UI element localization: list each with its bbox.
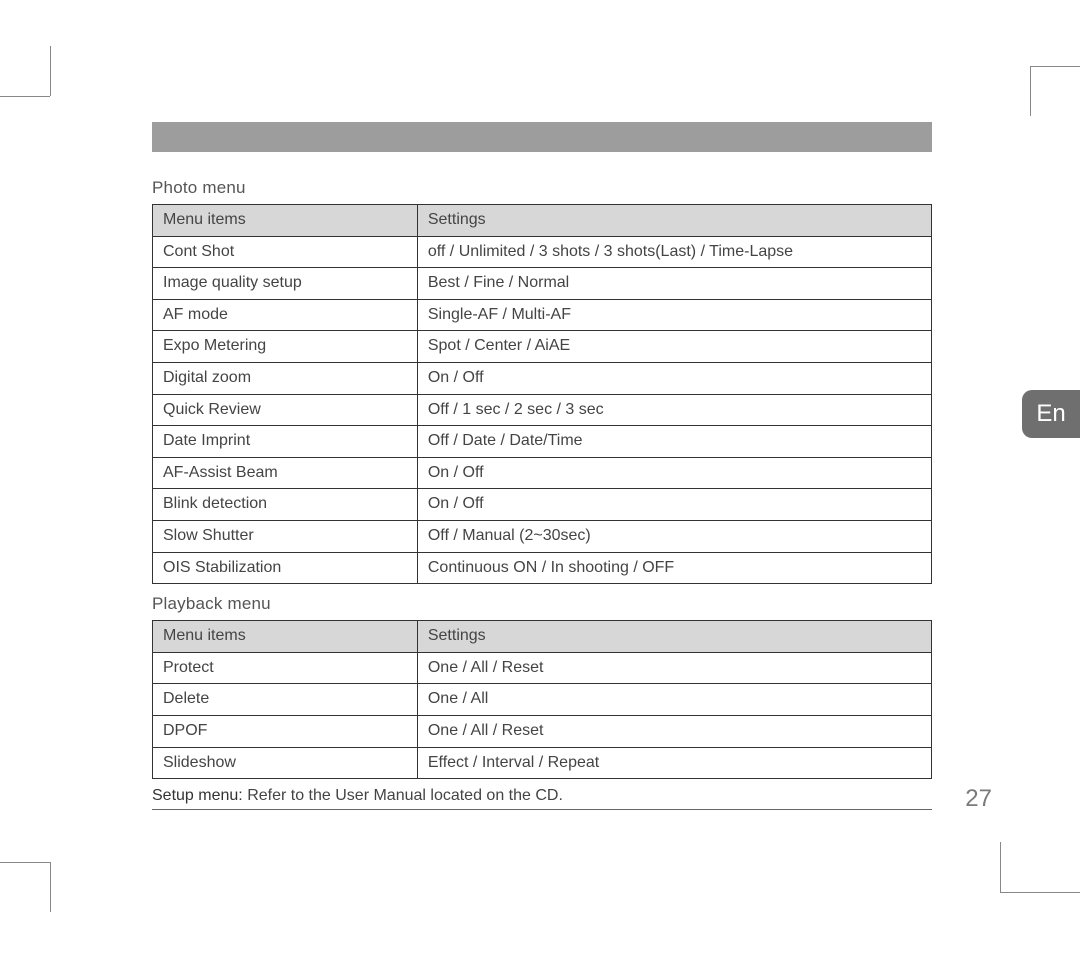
crop-mark bbox=[50, 862, 51, 912]
menu-item-cell: Blink detection bbox=[153, 489, 418, 521]
settings-cell: off / Unlimited / 3 shots / 3 shots(Last… bbox=[417, 236, 931, 268]
page-content: Photo menu Menu items Settings Cont Shot… bbox=[152, 122, 932, 810]
table-row: OIS StabilizationContinuous ON / In shoo… bbox=[153, 552, 932, 584]
menu-item-cell: AF-Assist Beam bbox=[153, 457, 418, 489]
settings-cell: Continuous ON / In shooting / OFF bbox=[417, 552, 931, 584]
menu-item-cell: AF mode bbox=[153, 299, 418, 331]
page-number: 27 bbox=[965, 785, 992, 813]
settings-cell: One / All bbox=[417, 684, 931, 716]
menu-item-cell: DPOF bbox=[153, 715, 418, 747]
table-row: DPOFOne / All / Reset bbox=[153, 715, 932, 747]
playback-menu-table: Menu items Settings ProtectOne / All / R… bbox=[152, 620, 932, 779]
menu-item-cell: Delete bbox=[153, 684, 418, 716]
crop-mark bbox=[1030, 66, 1031, 116]
table-row: Slow ShutterOff / Manual (2~30sec) bbox=[153, 520, 932, 552]
menu-item-cell: Digital zoom bbox=[153, 362, 418, 394]
table-row: Cont Shotoff / Unlimited / 3 shots / 3 s… bbox=[153, 236, 932, 268]
menu-item-cell: Slow Shutter bbox=[153, 520, 418, 552]
crop-mark bbox=[1000, 842, 1001, 892]
table-row: Date ImprintOff / Date / Date/Time bbox=[153, 426, 932, 458]
menu-item-cell: Quick Review bbox=[153, 394, 418, 426]
settings-cell: On / Off bbox=[417, 489, 931, 521]
settings-cell: One / All / Reset bbox=[417, 652, 931, 684]
menu-item-cell: OIS Stabilization bbox=[153, 552, 418, 584]
crop-mark bbox=[1030, 66, 1080, 67]
settings-cell: Off / Manual (2~30sec) bbox=[417, 520, 931, 552]
menu-item-cell: Protect bbox=[153, 652, 418, 684]
table-row: Image quality setupBest / Fine / Normal bbox=[153, 268, 932, 300]
playback-menu-body: ProtectOne / All / ResetDeleteOne / AllD… bbox=[153, 652, 932, 778]
setup-menu-text: Refer to the User Manual located on the … bbox=[247, 787, 563, 804]
crop-mark bbox=[0, 96, 50, 97]
table-row: Expo MeteringSpot / Center / AiAE bbox=[153, 331, 932, 363]
menu-item-cell: Slideshow bbox=[153, 747, 418, 779]
table-header: Settings bbox=[417, 205, 931, 237]
crop-mark bbox=[50, 46, 51, 96]
table-row: Blink detectionOn / Off bbox=[153, 489, 932, 521]
language-tab: En bbox=[1022, 390, 1080, 438]
menu-item-cell: Expo Metering bbox=[153, 331, 418, 363]
setup-menu-label: Setup menu: bbox=[152, 787, 243, 804]
table-header: Settings bbox=[417, 621, 931, 653]
photo-menu-table: Menu items Settings Cont Shotoff / Unlim… bbox=[152, 204, 932, 584]
settings-cell: One / All / Reset bbox=[417, 715, 931, 747]
settings-cell: On / Off bbox=[417, 362, 931, 394]
settings-cell: Single-AF / Multi-AF bbox=[417, 299, 931, 331]
crop-mark bbox=[0, 862, 50, 863]
header-bar bbox=[152, 122, 932, 152]
table-header: Menu items bbox=[153, 205, 418, 237]
table-row: Digital zoomOn / Off bbox=[153, 362, 932, 394]
settings-cell: Spot / Center / AiAE bbox=[417, 331, 931, 363]
menu-item-cell: Cont Shot bbox=[153, 236, 418, 268]
table-row: Quick ReviewOff / 1 sec / 2 sec / 3 sec bbox=[153, 394, 932, 426]
menu-item-cell: Date Imprint bbox=[153, 426, 418, 458]
photo-menu-body: Cont Shotoff / Unlimited / 3 shots / 3 s… bbox=[153, 236, 932, 584]
table-header: Menu items bbox=[153, 621, 418, 653]
settings-cell: Best / Fine / Normal bbox=[417, 268, 931, 300]
table-row: ProtectOne / All / Reset bbox=[153, 652, 932, 684]
crop-mark bbox=[1000, 892, 1080, 893]
settings-cell: Effect / Interval / Repeat bbox=[417, 747, 931, 779]
settings-cell: Off / Date / Date/Time bbox=[417, 426, 931, 458]
playback-menu-title: Playback menu bbox=[152, 594, 932, 614]
menu-item-cell: Image quality setup bbox=[153, 268, 418, 300]
photo-menu-title: Photo menu bbox=[152, 178, 932, 198]
table-row: AF-Assist BeamOn / Off bbox=[153, 457, 932, 489]
settings-cell: On / Off bbox=[417, 457, 931, 489]
table-row: SlideshowEffect / Interval / Repeat bbox=[153, 747, 932, 779]
settings-cell: Off / 1 sec / 2 sec / 3 sec bbox=[417, 394, 931, 426]
table-row: DeleteOne / All bbox=[153, 684, 932, 716]
table-row: AF modeSingle-AF / Multi-AF bbox=[153, 299, 932, 331]
setup-menu-line: Setup menu: Refer to the User Manual loc… bbox=[152, 787, 932, 810]
